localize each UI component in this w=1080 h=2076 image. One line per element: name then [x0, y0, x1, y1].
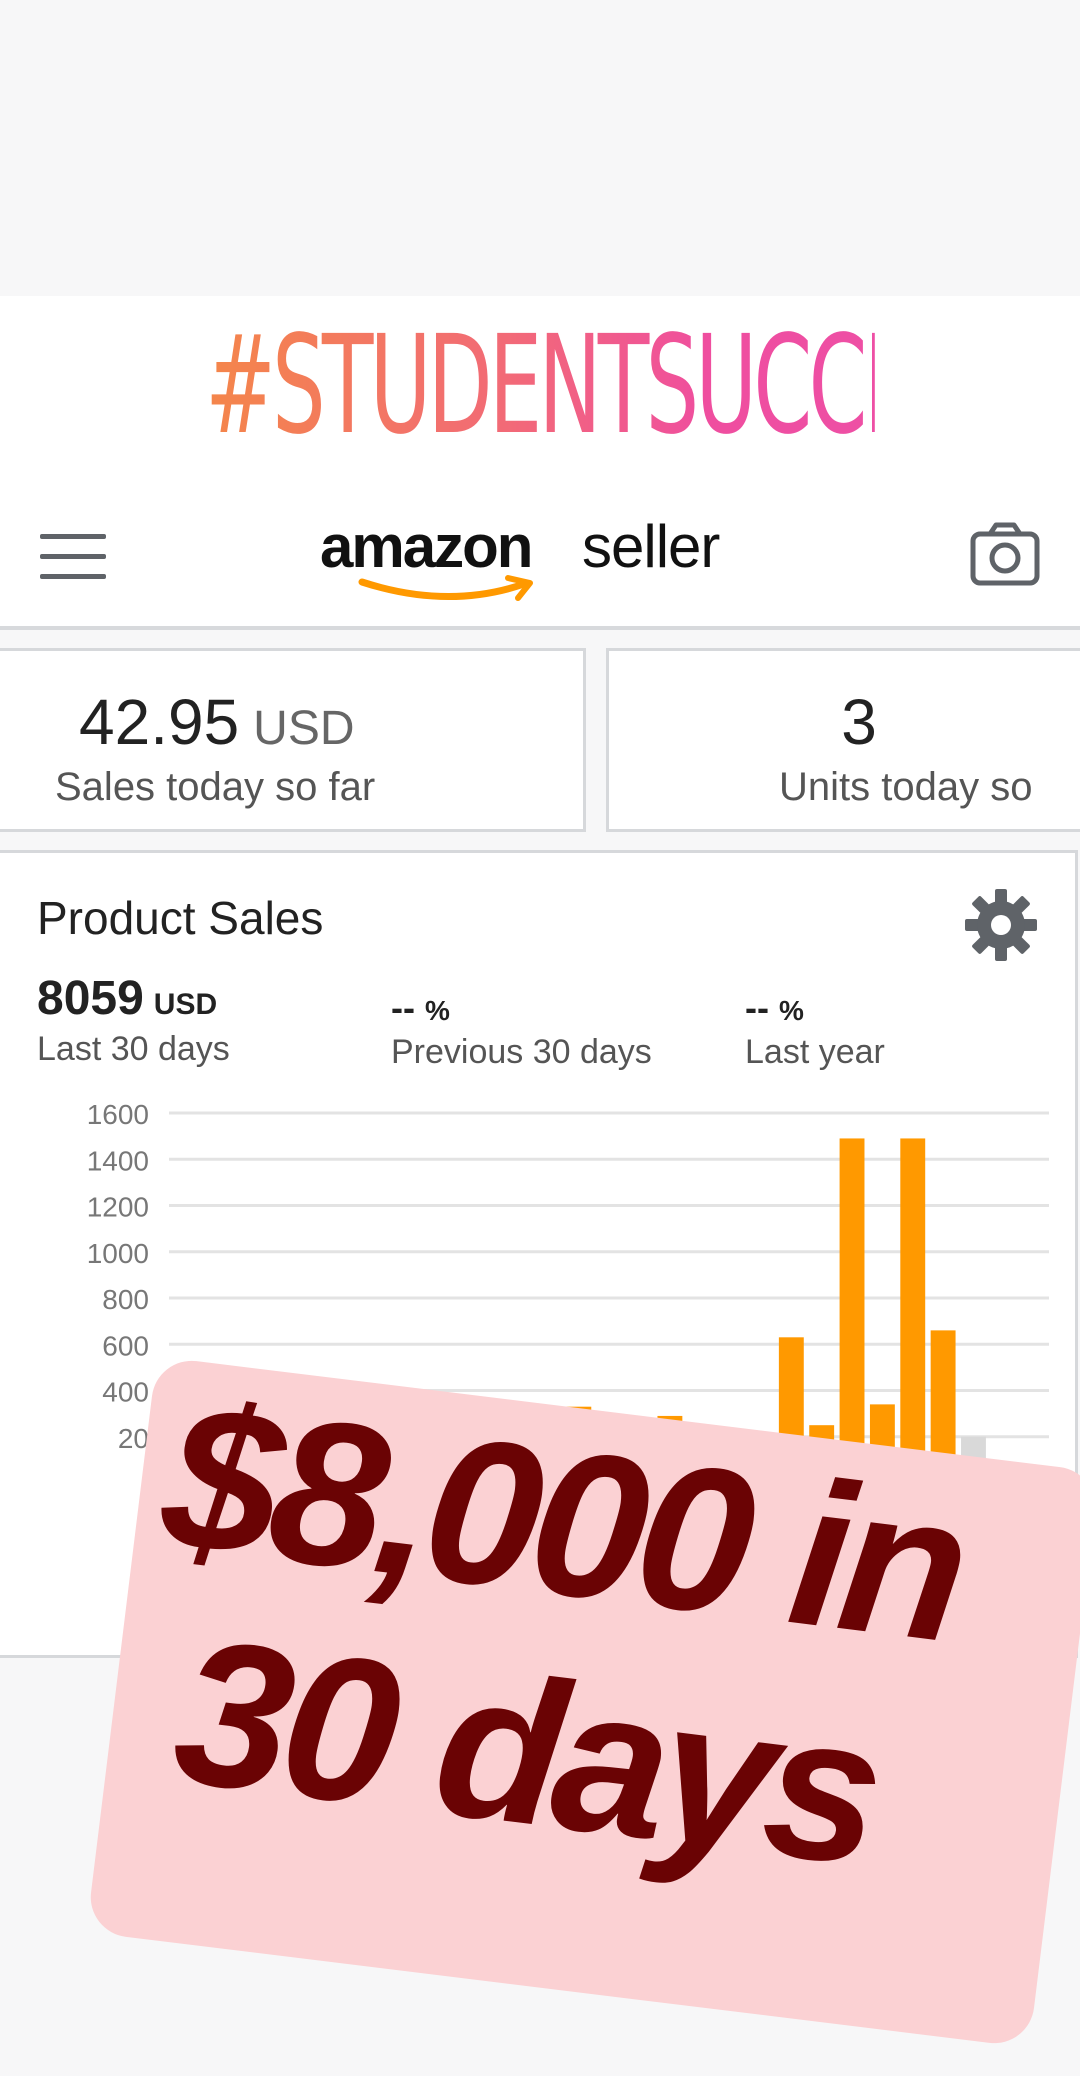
brand-seller: seller — [582, 513, 720, 580]
sales-today-amount: 42.95 — [79, 686, 240, 758]
brand-amazon: amazon — [320, 513, 533, 580]
metric-last-year-amount: -- — [745, 987, 769, 1028]
sales-today-card[interactable]: 42.95 USD Sales today so far — [0, 648, 586, 832]
metric-last-year-unit: % — [778, 995, 804, 1026]
metric-previous-unit: % — [424, 995, 450, 1026]
metric-last-year: --% Last year — [745, 987, 885, 1072]
metric-last-year-label: Last year — [745, 1033, 885, 1071]
y-tick-label: 1200 — [87, 1192, 149, 1223]
units-today-label: Units today so — [779, 765, 1033, 809]
metric-last-30-unit: USD — [153, 988, 218, 1021]
sales-today-label: Sales today so far — [55, 765, 376, 809]
metric-previous-amount: -- — [391, 987, 415, 1028]
y-tick-label: 20 — [118, 1423, 149, 1454]
hashtag-banner: #STUDENTSUCCESS — [0, 296, 1080, 486]
amazon-smile-icon — [358, 575, 533, 601]
metric-previous-label: Previous 30 days — [391, 1033, 652, 1071]
sales-today-value: 42.95 USD — [79, 685, 355, 759]
metric-last-30-label: Last 30 days — [37, 1030, 230, 1068]
camera-icon[interactable] — [970, 522, 1040, 586]
metric-last-year-value: --% — [745, 987, 885, 1029]
app-header: amazon seller — [0, 486, 1080, 630]
metric-last-30-amount: 8059 — [37, 972, 144, 1025]
chart-bar[interactable] — [900, 1138, 926, 1483]
y-tick-label: 1600 — [87, 1103, 149, 1130]
y-tick-label: 400 — [102, 1377, 149, 1408]
y-tick-label: 1000 — [87, 1238, 149, 1269]
y-tick-label: 600 — [102, 1330, 149, 1361]
y-tick-label: 1400 — [87, 1145, 149, 1176]
metric-last-30-days: 8059 USD Last 30 days — [37, 971, 230, 1069]
metric-previous-value: --% — [391, 987, 652, 1029]
units-today-value: 3 — [841, 686, 877, 758]
chart-bar[interactable] — [839, 1138, 865, 1483]
y-tick-label: 800 — [102, 1284, 149, 1315]
metric-last-30-value: 8059 USD — [37, 971, 230, 1026]
hamburger-menu-icon[interactable] — [40, 530, 106, 584]
gear-icon[interactable] — [963, 887, 1039, 963]
product-sales-title: Product Sales — [37, 892, 324, 944]
units-today-card[interactable]: 3 Units today so — [606, 648, 1080, 832]
sales-today-unit: USD — [253, 702, 355, 755]
hashtag-text: #STUDENTSUCCESS — [205, 307, 1016, 465]
metric-previous-30-days: --% Previous 30 days — [391, 987, 652, 1072]
amazon-seller-logo: amazon seller — [320, 512, 760, 602]
